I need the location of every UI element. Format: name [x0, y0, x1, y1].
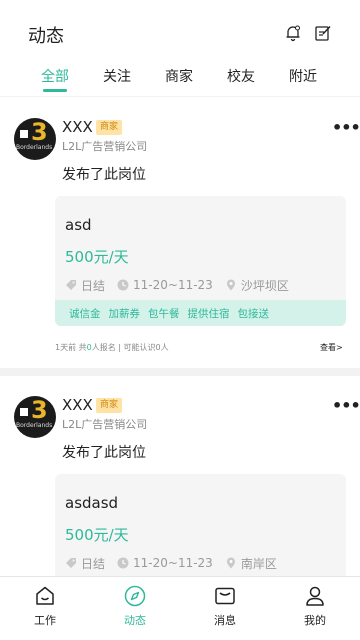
avatar-label: Borderlands — [16, 422, 53, 429]
job-dates: 11-20~11-23 — [133, 278, 213, 292]
section-divider — [0, 368, 360, 376]
tab-follow[interactable]: 关注 — [92, 66, 142, 86]
job-location: 南岸区 — [240, 556, 277, 571]
nav-label: 我的 — [304, 614, 326, 627]
mail-icon — [215, 587, 235, 605]
username[interactable]: XXX — [62, 118, 93, 136]
user-icon — [306, 586, 324, 606]
perk-tag: 包午餐 — [148, 307, 180, 320]
clock-icon — [117, 279, 129, 291]
job-location: 沙坪坝区 — [240, 278, 289, 293]
perk-tag: 诚信金 — [69, 307, 101, 320]
tab-alumni[interactable]: 校友 — [216, 66, 266, 86]
nav-label: 消息 — [214, 614, 236, 627]
location-icon — [226, 557, 235, 569]
settlement: 日结 — [81, 278, 106, 293]
company-name: L2L广告营销公司 — [62, 140, 148, 153]
tab-bar: 全部 关注 商家 校友 附近 — [0, 62, 360, 92]
username[interactable]: XXX — [62, 396, 93, 414]
perk-tag: 提供住宿 — [187, 307, 230, 320]
bottom-nav: 工作 动态 消息 我的 — [0, 576, 360, 640]
nav-profile[interactable]: 我的 — [270, 577, 360, 640]
tab-merchant[interactable]: 商家 — [154, 66, 204, 86]
merchant-badge: 商家 — [96, 398, 123, 413]
avatar-number: 3 — [31, 118, 48, 146]
tag-icon — [66, 558, 76, 568]
perk-tag: 加薪券 — [108, 307, 141, 320]
view-link[interactable]: 查看> — [320, 342, 343, 353]
more-icon[interactable]: ••• — [332, 396, 360, 415]
home-icon — [36, 586, 54, 605]
header: 动态 — [0, 0, 360, 60]
avatar-number: 3 — [31, 396, 48, 424]
job-card[interactable]: asdasd 500元/天 日结 11-20~11-23 南岸区 — [55, 474, 346, 576]
job-title: asd — [65, 216, 92, 234]
job-dates: 11-20~11-23 — [133, 556, 213, 570]
more-icon[interactable]: ••• — [332, 118, 360, 137]
clock-icon — [117, 557, 129, 569]
job-meta: 日结 11-20~11-23 南岸区 — [65, 555, 277, 571]
nav-feed[interactable]: 动态 — [90, 577, 180, 640]
job-salary: 500元/天 — [65, 248, 129, 266]
post-stats: 1天前 共0人报名 | 可能认识0人 — [55, 343, 169, 352]
post-card[interactable]: 3 Borderlands XXX 商家 L2L广告营销公司 ••• 发布了此岗… — [0, 386, 360, 576]
tab-nearby[interactable]: 附近 — [278, 66, 328, 86]
edit-icon[interactable] — [314, 24, 332, 42]
post-card[interactable]: 3 Borderlands XXX 商家 L2L广告营销公司 ••• 发布了此岗… — [0, 108, 360, 364]
company-name: L2L广告营销公司 — [62, 418, 148, 431]
tab-all[interactable]: 全部 — [30, 66, 80, 86]
post-time: 1天前 — [55, 343, 77, 352]
job-salary: 500元/天 — [65, 526, 129, 544]
nav-label: 工作 — [34, 614, 56, 627]
divider — [0, 96, 360, 97]
page-title: 动态 — [28, 26, 64, 47]
nav-label: 动态 — [124, 614, 146, 627]
location-icon — [226, 279, 235, 291]
tab-active-indicator — [43, 89, 67, 92]
avatar[interactable]: 3 Borderlands — [14, 396, 56, 438]
perk-tags: 诚信金 加薪券 包午餐 提供住宿 包接送 — [55, 300, 346, 326]
nav-messages[interactable]: 消息 — [180, 577, 270, 640]
tag-icon — [66, 280, 76, 290]
avatar[interactable]: 3 Borderlands — [14, 118, 56, 160]
perk-tag: 包接送 — [237, 307, 270, 320]
job-meta: 日结 11-20~11-23 沙坪坝区 — [65, 277, 289, 293]
job-card[interactable]: asd 500元/天 日结 11-20~11-23 沙坪坝区 诚信金 加薪券 包… — [55, 196, 346, 326]
job-title: asdasd — [65, 494, 119, 512]
settlement: 日结 — [81, 556, 106, 571]
bell-icon[interactable] — [284, 24, 302, 42]
nav-work[interactable]: 工作 — [0, 577, 90, 640]
avatar-label: Borderlands — [16, 144, 53, 151]
compass-icon — [124, 585, 146, 607]
merchant-badge: 商家 — [96, 120, 123, 135]
post-text: 发布了此岗位 — [62, 167, 146, 183]
post-text: 发布了此岗位 — [62, 445, 146, 461]
